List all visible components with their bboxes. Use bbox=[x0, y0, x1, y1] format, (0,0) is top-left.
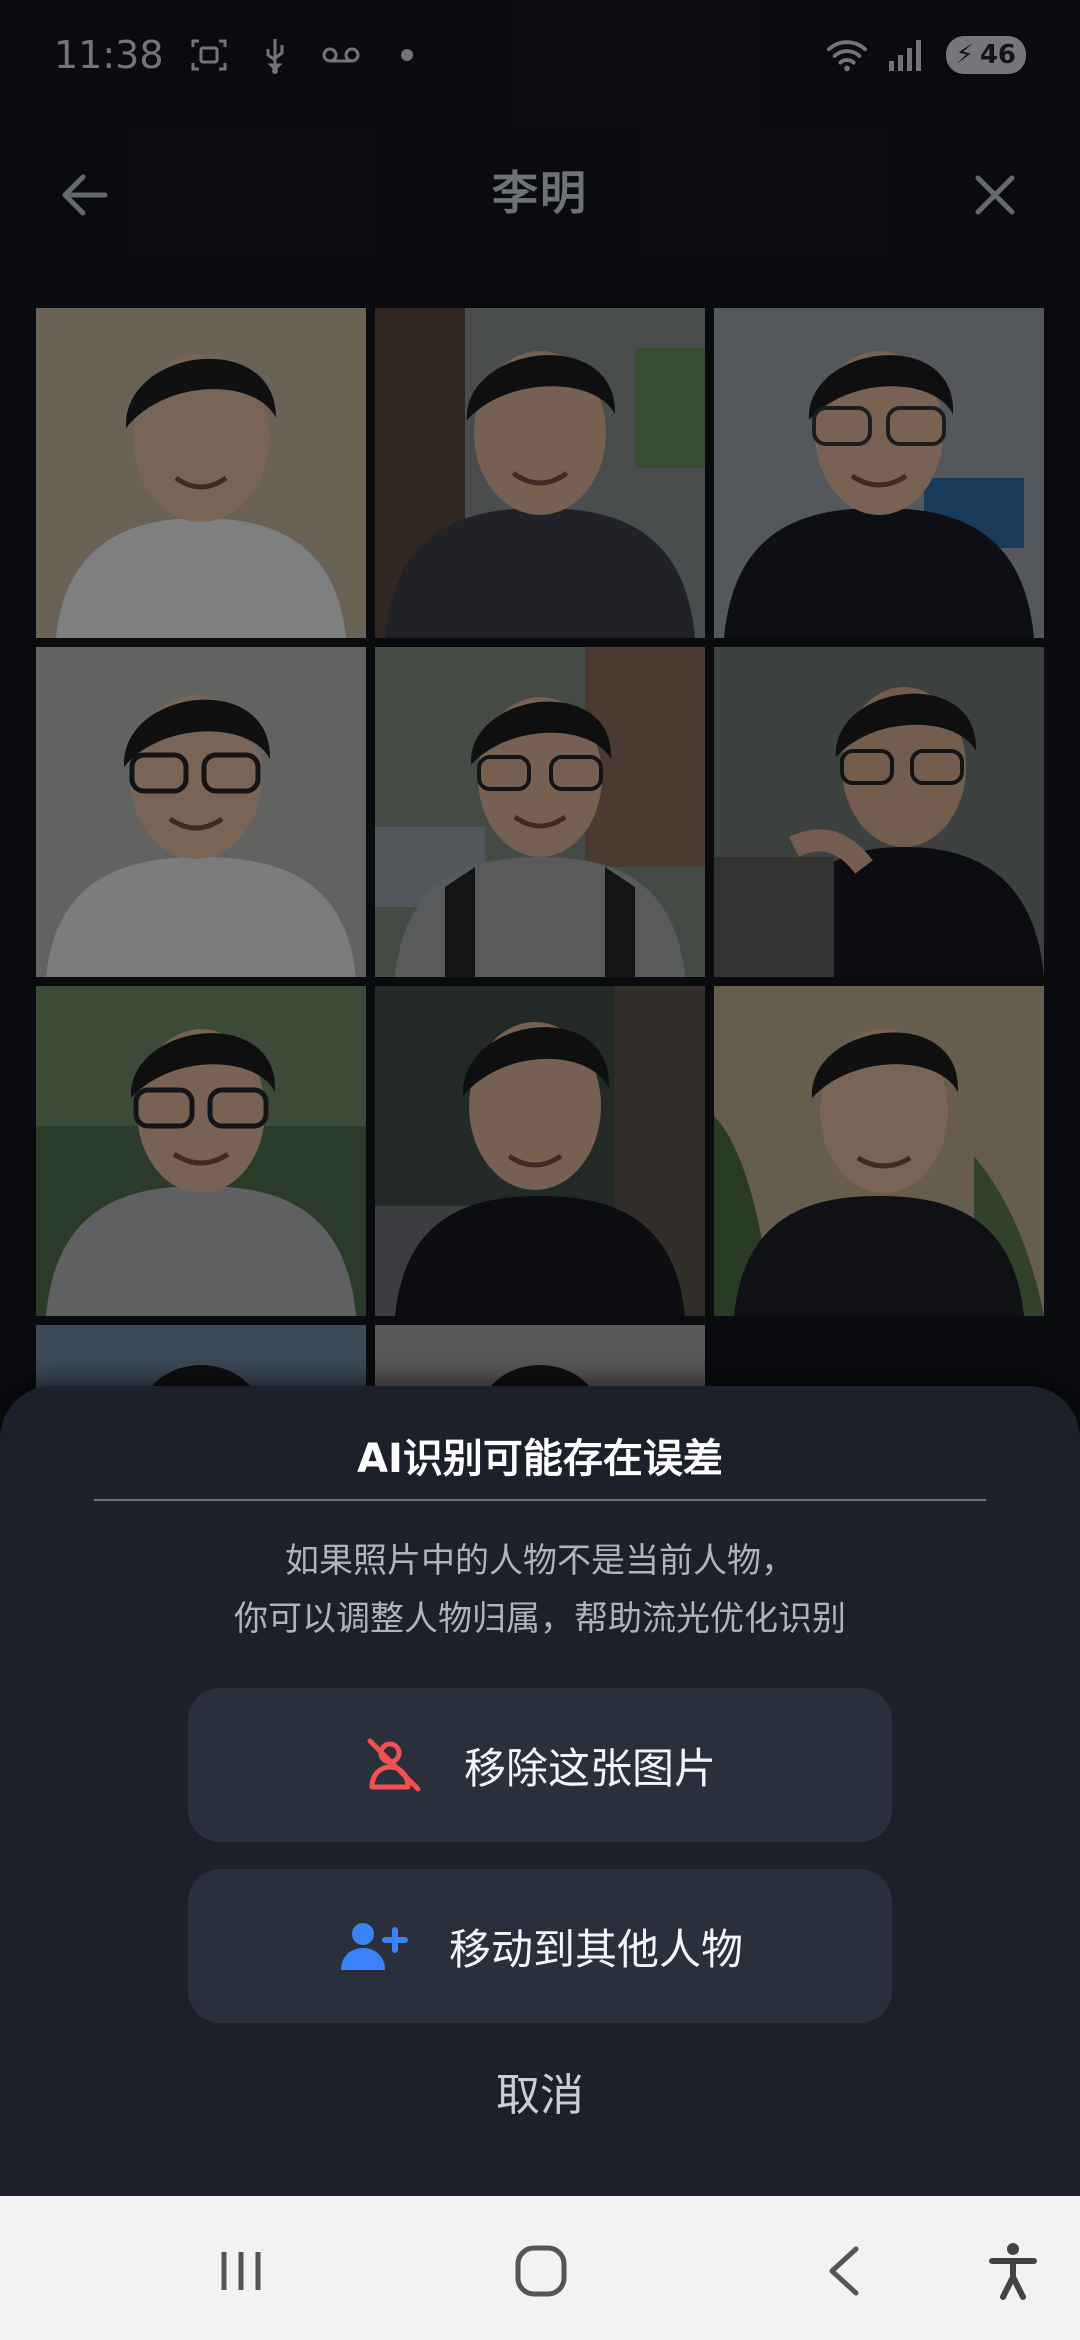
sheet-title: AI识别可能存在误差 bbox=[357, 1436, 723, 1482]
remove-person-icon bbox=[367, 1738, 421, 1792]
back-icon bbox=[829, 2246, 859, 2296]
home-button[interactable] bbox=[506, 2236, 576, 2306]
cancel-button[interactable]: 取消 bbox=[440, 2056, 640, 2126]
remove-photo-label: 移除这张图片 bbox=[463, 1743, 716, 1793]
navigation-bar bbox=[0, 2196, 1080, 2340]
move-to-person-label: 移动到其他人物 bbox=[448, 1924, 743, 1974]
nav-back-button[interactable] bbox=[810, 2236, 880, 2306]
move-to-person-button[interactable]: 移动到其他人物 bbox=[188, 1869, 892, 2023]
remove-photo-button[interactable]: 移除这张图片 bbox=[188, 1688, 892, 1842]
description-line: 如果照片中的人物不是当前人物， bbox=[285, 1541, 795, 1581]
description-line: 你可以调整人物归属，帮助流光优化识别 bbox=[234, 1599, 846, 1639]
add-person-icon bbox=[340, 1923, 408, 1970]
recent-apps-icon bbox=[221, 2252, 261, 2290]
recent-apps-button[interactable] bbox=[206, 2236, 276, 2306]
home-icon bbox=[515, 2245, 567, 2297]
divider bbox=[94, 1499, 986, 1501]
sheet-description: 如果照片中的人物不是当前人物， 你可以调整人物归属，帮助流光优化识别 bbox=[0, 1532, 1080, 1648]
bottom-sheet: AI识别可能存在误差 如果照片中的人物不是当前人物， 你可以调整人物归属，帮助流… bbox=[0, 1386, 1080, 2196]
accessibility-button[interactable] bbox=[978, 2236, 1048, 2306]
accessibility-icon bbox=[989, 2243, 1037, 2300]
